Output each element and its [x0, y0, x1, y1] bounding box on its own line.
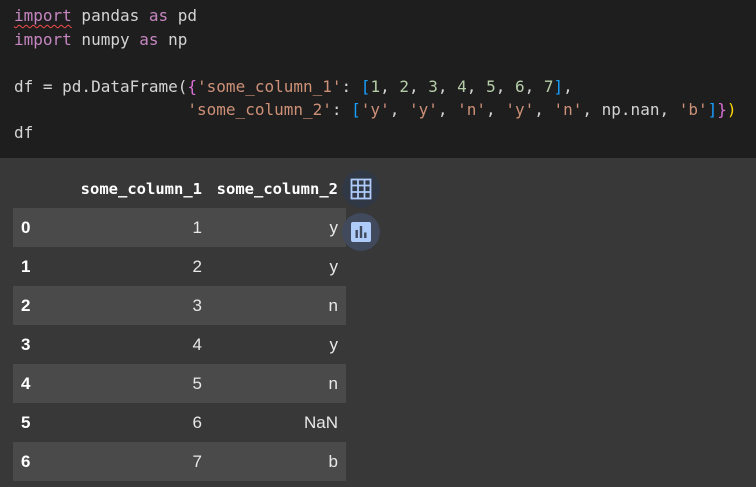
table-row: 5 6 NaN [13, 403, 346, 442]
bracket-close: ] [707, 100, 718, 119]
module-alias: np [158, 30, 188, 49]
row-index: 1 [21, 256, 31, 276]
code-text: : [341, 77, 361, 96]
table-cell: 3 [192, 295, 202, 315]
code-text: , [486, 100, 506, 119]
number-literal: 4 [457, 77, 467, 96]
table-icon [350, 178, 372, 200]
table-row: 6 7 b [13, 442, 346, 481]
code-line-6: df [14, 123, 34, 142]
table-cell: y [329, 256, 339, 276]
table-cell: 1 [192, 217, 202, 237]
code-text: , [437, 77, 458, 96]
number-literal: 7 [543, 77, 554, 96]
table-row: 1 2 y [13, 247, 346, 286]
column-header: some_column_2 [216, 180, 338, 198]
string-literal: 'some_column_1' [197, 77, 342, 96]
brace-close: } [717, 100, 727, 119]
code-text: , [389, 100, 409, 119]
code-line-1: import pandas as pd [14, 5, 197, 27]
code-cell[interactable]: import pandas as pd import numpy as np d… [0, 0, 756, 158]
table-cell: NaN [303, 412, 338, 432]
cell-output: some_column_1 some_column_2 0 1 y 1 2 y … [0, 158, 756, 487]
module-name: pandas [71, 6, 149, 25]
number-literal: 3 [428, 77, 438, 96]
code-text: : [331, 100, 352, 119]
string-literal: 'n' [457, 100, 487, 119]
code-text: , [582, 100, 602, 119]
brace-open: { [187, 77, 198, 96]
module-name: numpy [71, 30, 140, 49]
string-literal: 'y' [360, 100, 390, 119]
table-row: 0 1 y [13, 208, 346, 247]
code-text: , [563, 77, 573, 96]
code-text: , [659, 100, 679, 119]
number-literal: 6 [514, 77, 525, 96]
suggest-charts-button[interactable] [342, 213, 380, 251]
import-keyword: import [14, 30, 72, 49]
code-text: , [408, 77, 429, 96]
number-literal: 1 [370, 77, 381, 96]
number-literal: 2 [399, 77, 409, 96]
code-text: np.nan [601, 100, 660, 119]
row-index: 0 [21, 217, 31, 237]
row-index: 5 [21, 412, 31, 432]
module-alias: pd [168, 6, 198, 25]
table-cell: 6 [192, 412, 202, 432]
column-header: some_column_1 [80, 180, 202, 198]
code-text: , [534, 100, 554, 119]
bar-chart-icon [351, 222, 371, 242]
table-cell: n [328, 373, 338, 393]
table-row: 2 3 n [13, 286, 346, 325]
row-index: 3 [21, 334, 31, 354]
index-header [13, 170, 47, 208]
import-keyword: import [14, 6, 72, 25]
row-index: 4 [21, 373, 31, 393]
table-cell: 7 [192, 451, 202, 471]
table-cell: y [329, 217, 339, 237]
bracket-close: ] [553, 77, 564, 96]
row-index: 2 [21, 295, 31, 315]
bracket-open: [ [351, 100, 361, 119]
table-cell: y [329, 334, 339, 354]
code-line-2: import numpy as np [14, 29, 187, 51]
code-text: , [524, 77, 544, 96]
table-cell: 4 [192, 334, 202, 354]
string-literal: 'y' [408, 100, 438, 119]
table-row: 3 4 y [13, 325, 346, 364]
table-header-row: some_column_1 some_column_2 [13, 170, 346, 208]
table-row: 4 5 n [13, 364, 346, 403]
string-literal: 'b' [678, 100, 708, 119]
code-text: , [466, 77, 487, 96]
string-literal: 'some_column_2' [187, 100, 332, 119]
as-keyword: as [148, 6, 169, 25]
table-cell: b [328, 451, 338, 471]
dataframe-table: some_column_1 some_column_2 0 1 y 1 2 y … [13, 170, 346, 481]
paren-close: ) [726, 100, 737, 119]
table-cell: 5 [192, 373, 202, 393]
code-text: , [437, 100, 458, 119]
code-line-4: df = pd.DataFrame({'some_column_1': [1, … [14, 76, 573, 98]
code-line-5: 'some_column_2': ['y', 'y', 'n', 'y', 'n… [14, 99, 737, 121]
code-text: df = pd.DataFrame( [14, 77, 188, 96]
code-text: , [495, 77, 515, 96]
number-literal: 5 [486, 77, 496, 96]
table-cell: n [328, 295, 338, 315]
as-keyword: as [139, 30, 159, 49]
row-index: 6 [21, 451, 31, 471]
code-text: , [380, 77, 400, 96]
string-literal: 'y' [505, 100, 535, 119]
string-literal: 'n' [553, 100, 583, 119]
convert-to-interactive-table-button[interactable] [342, 170, 380, 208]
table-cell: 2 [192, 256, 202, 276]
bracket-open: [ [360, 77, 371, 96]
